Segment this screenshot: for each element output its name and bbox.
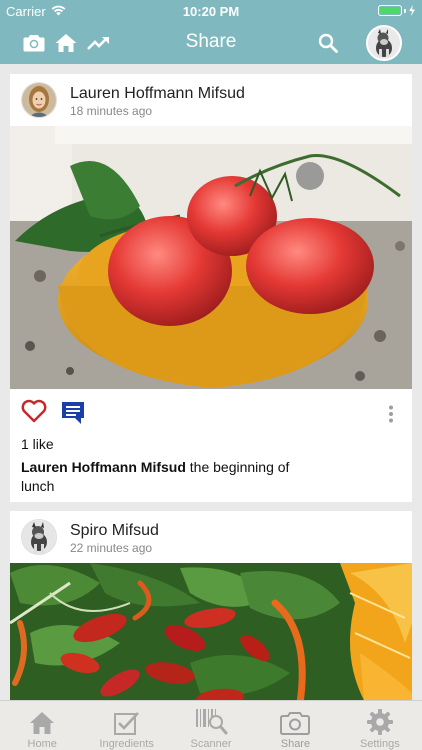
post-actions — [10, 399, 412, 431]
charging-icon — [409, 5, 415, 16]
post-caption: Lauren Hoffmann Mifsud the beginning of … — [21, 458, 301, 496]
checklist-icon — [113, 707, 140, 735]
status-time: 10:20 PM — [182, 4, 240, 19]
tab-label: Ingredients — [99, 738, 154, 750]
caption-author[interactable]: Lauren Hoffmann Mifsud — [21, 459, 186, 475]
post-card: Spiro Mifsud 22 minutes ago — [10, 511, 412, 700]
like-count[interactable]: 1 like — [21, 436, 54, 452]
gear-icon — [366, 707, 393, 735]
status-bar: Carrier 10:20 PM — [0, 0, 422, 22]
more-options-icon[interactable] — [388, 405, 394, 428]
tab-scanner[interactable]: Scanner — [169, 701, 253, 750]
tab-home[interactable]: Home — [0, 701, 84, 750]
user-avatar[interactable] — [366, 25, 402, 61]
tab-share[interactable]: Share — [253, 701, 337, 750]
comment-icon[interactable] — [61, 401, 85, 430]
author-name[interactable]: Lauren Hoffmann Mifsud — [70, 85, 245, 103]
tab-label: Scanner — [190, 738, 232, 750]
post-header: Spiro Mifsud 22 minutes ago — [10, 511, 412, 563]
search-icon[interactable] — [315, 30, 341, 56]
battery-icon — [378, 5, 416, 16]
post-photo[interactable] — [10, 563, 412, 700]
heart-icon[interactable] — [21, 399, 47, 428]
post-photo[interactable] — [10, 126, 412, 389]
nav-bar: Share — [0, 22, 422, 64]
post-timestamp: 18 minutes ago — [70, 104, 153, 118]
post-header: Lauren Hoffmann Mifsud 18 minutes ago — [10, 74, 412, 126]
tab-label: Settings — [359, 738, 400, 750]
camera-icon — [280, 707, 311, 735]
author-name[interactable]: Spiro Mifsud — [70, 522, 159, 540]
post-card: Lauren Hoffmann Mifsud 18 minutes ago 1 … — [10, 74, 412, 502]
tab-bar: Home Ingredients Scanner Share Settings — [0, 700, 422, 750]
author-avatar[interactable] — [21, 82, 57, 118]
home-icon — [29, 707, 55, 735]
feed[interactable]: Lauren Hoffmann Mifsud 18 minutes ago 1 … — [0, 64, 422, 700]
post-timestamp: 22 minutes ago — [70, 541, 153, 555]
tab-ingredients[interactable]: Ingredients — [84, 701, 168, 750]
page-title: Share — [185, 31, 237, 52]
tab-label: Share — [280, 738, 311, 750]
barcode-scanner-icon — [194, 707, 228, 735]
tab-label: Home — [27, 738, 57, 750]
author-avatar[interactable] — [21, 519, 57, 555]
tab-settings[interactable]: Settings — [338, 701, 422, 750]
